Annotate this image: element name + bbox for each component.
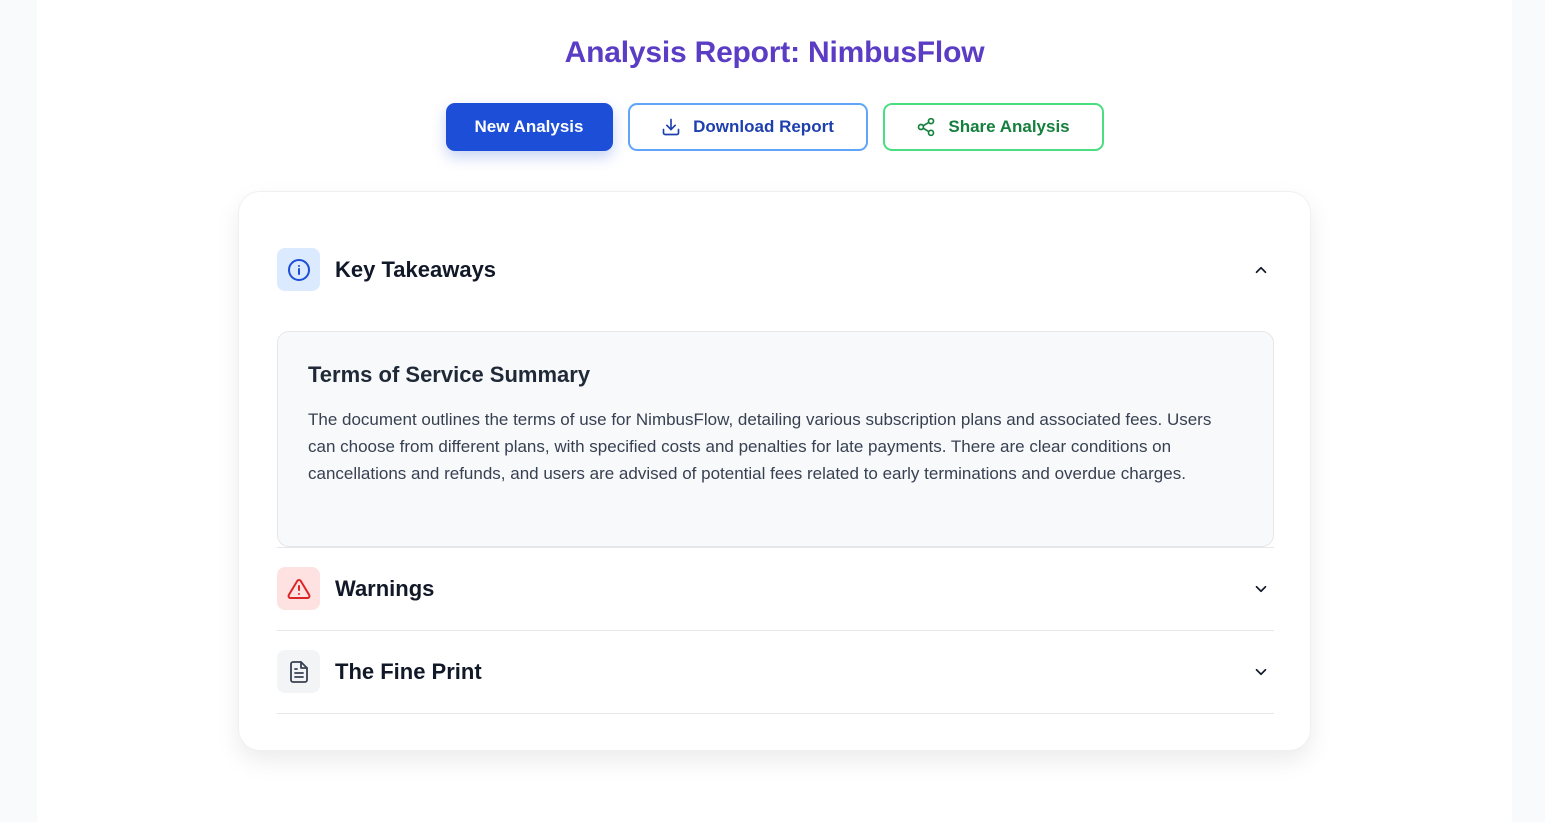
summary-text: The document outlines the terms of use f… [308,410,1212,483]
new-analysis-label: New Analysis [474,117,584,136]
warnings-title: Warnings [335,575,435,601]
document-icon [289,660,308,683]
chevron-up-icon[interactable] [1252,261,1270,279]
warnings-header[interactable]: Warnings [277,567,1274,610]
fine-print-header[interactable]: The Fine Print [277,650,1274,693]
new-analysis-button[interactable]: New Analysis [445,103,613,151]
action-bar: New Analysis Download Report Share Analy… [37,103,1512,151]
download-report-label: Download Report [693,117,834,136]
download-icon [662,118,680,136]
key-takeaways-icon-box [277,248,320,291]
download-report-button[interactable]: Download Report [627,103,868,151]
share-analysis-button[interactable]: Share Analysis [882,103,1104,151]
warnings-icon-box [277,567,320,610]
share-analysis-label: Share Analysis [948,117,1070,136]
key-takeaways-title: Key Takeaways [335,256,497,282]
share-icon [918,117,935,137]
divider [277,713,1274,714]
info-icon [287,258,310,281]
divider [277,630,1274,631]
page-title: Analysis Report: NimbusFlow [564,36,985,69]
page: Analysis Report: NimbusFlow New Analysis… [37,0,1512,822]
warning-triangle-icon [287,578,310,599]
fine-print-title: The Fine Print [335,658,482,684]
divider [277,547,1274,548]
chevron-down-icon[interactable] [1252,580,1270,598]
report-card: Key Takeaways Terms of Service Summary T… [238,191,1311,751]
fine-print-icon-box [277,650,320,693]
summary-title: Terms of Service Summary [308,362,591,387]
chevron-down-icon[interactable] [1252,663,1270,681]
key-takeaways-header[interactable]: Key Takeaways [277,248,1274,291]
summary-panel: Terms of Service Summary The document ou… [277,331,1274,547]
